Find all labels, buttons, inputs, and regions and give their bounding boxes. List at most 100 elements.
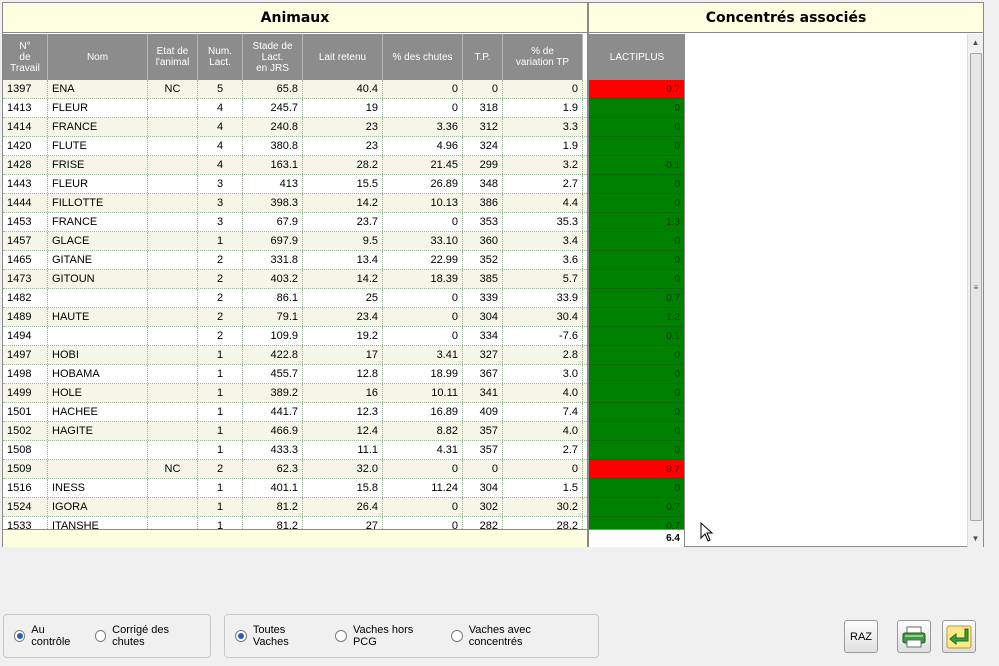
col-num-travail-cell: 1428 [3,156,48,174]
lactiplus-cell[interactable]: 0.7 [589,498,684,517]
col-lait-retenu-cell: 9.5 [303,232,383,250]
col-num-lact-header[interactable]: Num. Lact. [198,34,243,80]
lactiplus-cell[interactable]: 0 [589,194,684,213]
vertical-scrollbar[interactable]: ▲ ≡ ▼ [967,34,983,547]
table-row[interactable]: 1428 FRISE 4 163.1 28.2 21.45 299 3.2 [3,156,587,175]
lactiplus-cell[interactable]: 0 [589,479,684,498]
col-num-lact-cell: 4 [198,156,243,174]
col-num-lact-cell: 3 [198,213,243,231]
col-num-travail-header[interactable]: N° de Travail [3,34,48,80]
scroll-up-icon[interactable]: ▲ [968,34,983,51]
table-row[interactable]: 1501 HACHEE 1 441.7 12.3 16.89 409 7.4 [3,403,587,422]
col-num-travail-cell: 1499 [3,384,48,402]
col-tp-header[interactable]: T.P. [463,34,503,80]
lactiplus-cell[interactable]: 0 [589,422,684,441]
col-lait-retenu-header[interactable]: Lait retenu [303,34,383,80]
table-row[interactable]: 1499 HOLE 1 389.2 16 10.11 341 4.0 [3,384,587,403]
table-row[interactable]: 1533 ITANSHE 1 81.2 27 0 282 28.2 [3,517,587,529]
lactiplus-cell[interactable]: 1.3 [589,213,684,232]
table-row[interactable]: 1413 FLEUR 4 245.7 19 0 318 1.9 [3,99,587,118]
lactiplus-cell[interactable]: 1.2 [589,308,684,327]
table-row[interactable]: 1397 ENA NC 5 65.8 40.4 0 0 0 [3,80,587,99]
table-row[interactable]: 1508 1 433.3 11.1 4.31 357 2.7 [3,441,587,460]
col-pct-variation-tp-header[interactable]: % de variation TP [503,34,583,80]
lactiplus-cell[interactable]: 0 [589,441,684,460]
radio-button-icon[interactable] [335,630,347,642]
lactiplus-column[interactable]: 0.7 0 0 0 0.1 0 0 1.3 0 0 0 0.7 1.2 0.1 0 0 0 0 0 0 0.7 0 0.7 0… [589,80,685,529]
lactiplus-cell[interactable]: 0 [589,270,684,289]
col-lait-retenu-cell: 27 [303,517,383,529]
col-stade-lact-cell: 62.3 [243,460,303,478]
mode-radio-1[interactable]: Au contrôle [14,624,83,648]
lactiplus-cell[interactable]: 0.7 [589,289,684,308]
col-nom-cell [48,327,148,345]
table-row[interactable]: 1482 2 86.1 25 0 339 33.9 [3,289,587,308]
table-row[interactable]: 1516 INESS 1 401.1 15.8 11.24 304 1.5 [3,479,587,498]
radio-button-icon[interactable] [94,630,107,642]
col-stade-lact-header[interactable]: Stade de Lact. en JRS [243,34,303,80]
lactiplus-cell[interactable]: 0 [589,99,684,118]
lactiplus-cell[interactable]: 0 [589,232,684,251]
table-row[interactable]: 1420 FLUTE 4 380.8 23 4.96 324 1.9 [3,137,587,156]
lactiplus-column-header[interactable]: LACTIPLUS [589,34,685,80]
col-stade-lact-cell: 67.9 [243,213,303,231]
lactiplus-cell[interactable]: 0 [589,365,684,384]
col-stade-lact-cell: 86.1 [243,289,303,307]
lactiplus-cell[interactable]: 0.1 [589,156,684,175]
raz-button[interactable]: RAZ [844,620,878,653]
table-row[interactable]: 1524 IGORA 1 81.2 26.4 0 302 30.2 [3,498,587,517]
table-row[interactable]: 1414 FRANCE 4 240.8 23 3.36 312 3.3 [3,118,587,137]
vaches-radio-2[interactable]: Vaches hors PCG [335,624,439,648]
exit-button[interactable] [942,620,976,653]
col-pct-variation-tp-cell: 4.0 [503,384,583,402]
concentres-panel: Concentrés associés LACTIPLUS 0.7 0 0 0 0.1 0… [588,2,984,547]
radio-button-icon[interactable] [14,630,26,642]
col-lait-retenu-cell: 19 [303,99,383,117]
table-row[interactable]: 1494 2 109.9 19.2 0 334 -7.6 [3,327,587,346]
vaches-radio-1[interactable]: Toutes Vaches [235,624,323,648]
col-num-lact-cell: 1 [198,384,243,402]
lactiplus-cell[interactable]: 0 [589,137,684,156]
scrollbar-thumb[interactable]: ≡ [970,53,982,521]
scroll-down-icon[interactable]: ▼ [968,530,983,547]
lactiplus-cell[interactable]: 0 [589,118,684,137]
col-nom-cell: FRANCE [48,213,148,231]
lactiplus-cell[interactable]: 0 [589,384,684,403]
mode-radio-2[interactable]: Corrigé des chutes [94,624,198,648]
lactiplus-cell[interactable]: 0.1 [589,327,684,346]
table-row[interactable]: 1465 GITANE 2 331.8 13.4 22.99 352 3.6 [3,251,587,270]
col-nom-header[interactable]: Nom [48,34,148,80]
col-nom-cell: FRANCE [48,118,148,136]
radio-button-icon[interactable] [450,630,463,642]
col-stade-lact-cell: 331.8 [243,251,303,269]
table-row[interactable]: 1497 HOBI 1 422.8 17 3.41 327 2.8 [3,346,587,365]
col-num-lact-cell: 1 [198,365,243,383]
col-etat-animal-header[interactable]: Etat de l'animal [148,34,198,80]
lactiplus-cell[interactable]: 0.7 [589,460,684,479]
lactiplus-cell[interactable]: 0.7 [589,80,684,99]
radio-button-icon[interactable] [235,630,247,642]
lactiplus-cell[interactable]: 0 [589,251,684,270]
col-pct-chutes-cell: 18.99 [383,365,463,383]
print-button[interactable] [897,620,931,653]
vaches-radio-3[interactable]: Vaches avec concentrés [450,624,586,648]
col-pct-variation-tp-cell: 4.4 [503,194,583,212]
col-num-travail-cell: 1501 [3,403,48,421]
lactiplus-cell[interactable]: 0 [589,403,684,422]
table-row[interactable]: 1509 NC 2 62.3 32.0 0 0 0 [3,460,587,479]
lactiplus-cell[interactable]: 0.7 [589,517,684,529]
table-row[interactable]: 1453 FRANCE 3 67.9 23.7 0 353 35.3 [3,213,587,232]
col-pct-chutes-header[interactable]: % des chutes [383,34,463,80]
animaux-grid[interactable]: 1397 ENA NC 5 65.8 40.4 0 0 0 1413 FLEUR 4 245.7 19 0 3… [3,80,587,529]
table-row[interactable]: 1443 FLEUR 3 413 15.5 26.89 348 2.7 [3,175,587,194]
table-row[interactable]: 1502 HAGITE 1 466.9 12.4 8.82 357 4.0 [3,422,587,441]
table-row[interactable]: 1457 GLACE 1 697.9 9.5 33.10 360 3.4 [3,232,587,251]
col-tp-cell: 299 [463,156,503,174]
table-row[interactable]: 1489 HAUTE 2 79.1 23.4 0 304 30.4 [3,308,587,327]
lactiplus-cell[interactable]: 0 [589,175,684,194]
table-row[interactable]: 1444 FILLOTTE 3 398.3 14.2 10.13 386 4.4 [3,194,587,213]
table-row[interactable]: 1498 HOBAMA 1 455.7 12.8 18.99 367 3.0 [3,365,587,384]
col-stade-lact-cell: 466.9 [243,422,303,440]
table-row[interactable]: 1473 GITOUN 2 403.2 14.2 18.39 385 5.7 [3,270,587,289]
lactiplus-cell[interactable]: 0 [589,346,684,365]
